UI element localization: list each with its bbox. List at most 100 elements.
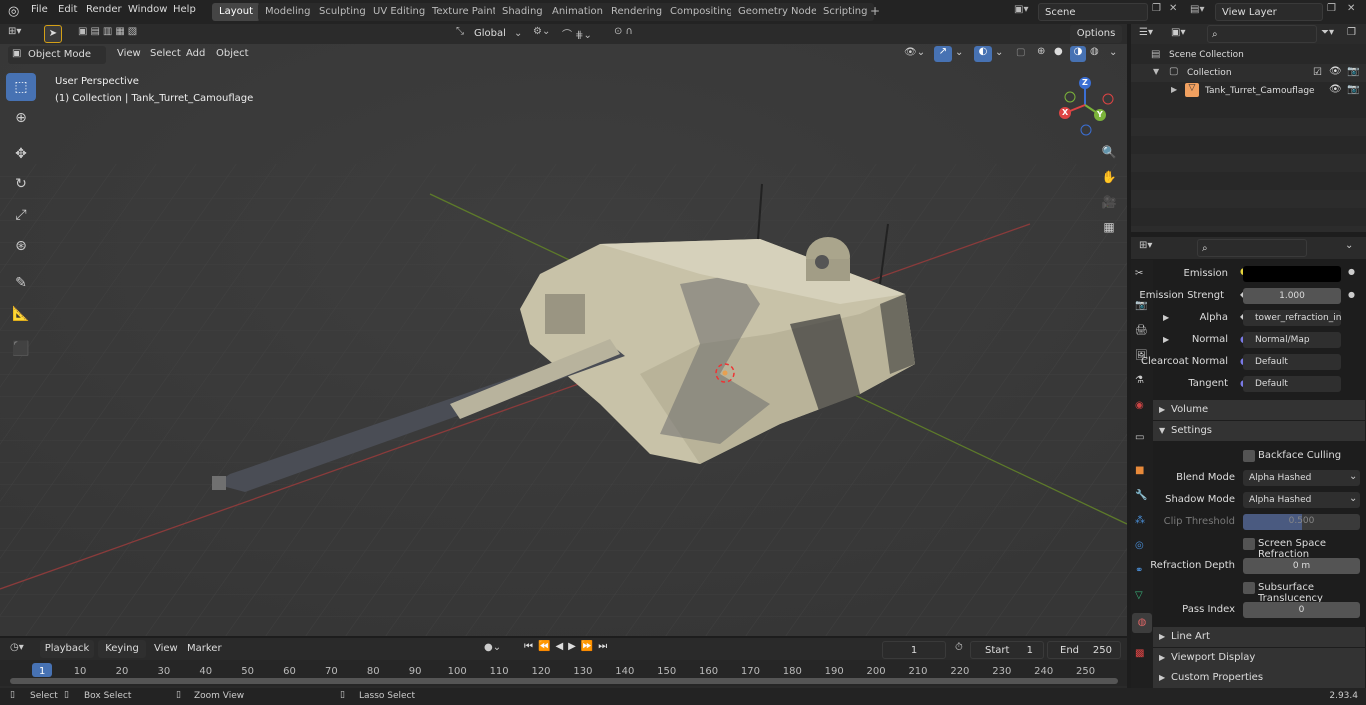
move-tool-icon[interactable]: ✥ <box>6 140 36 168</box>
properties-options-chevron-icon[interactable]: ⌄ <box>1345 240 1353 251</box>
expand-chevron-icon[interactable]: ▶ <box>1163 335 1169 344</box>
proportional-edit-icon[interactable]: ⊙ ∩ <box>614 26 633 37</box>
new-scene-icon[interactable]: ❐ <box>1152 3 1161 14</box>
tab-modeling[interactable]: Modeling <box>258 3 318 21</box>
tab-compositing[interactable]: Compositing <box>663 3 740 21</box>
outliner-row-collection[interactable]: ▼ ▢ Collection ☑ 👁 📷 <box>1131 64 1366 82</box>
tab-sculpting[interactable]: Sculpting <box>312 3 373 21</box>
object-tab-icon[interactable]: ■ <box>1135 465 1144 476</box>
zoom-icon[interactable]: 🔍 <box>1098 141 1120 163</box>
tab-rendering[interactable]: Rendering <box>604 3 670 21</box>
tab-geometry-nodes[interactable]: Geometry Nodes <box>731 3 830 21</box>
menu-add[interactable]: Add <box>186 48 205 59</box>
physics-tab-icon[interactable]: ◎ <box>1135 540 1144 551</box>
rendered-shading-icon[interactable]: ◍ <box>1090 46 1099 57</box>
playback-menu[interactable]: Playback <box>40 640 94 658</box>
measure-tool-icon[interactable]: 📐 <box>6 300 36 328</box>
scene-icon[interactable]: ▣▾ <box>1014 4 1028 15</box>
menu-window[interactable]: Window <box>128 4 167 15</box>
constraints-tab-icon[interactable]: ⚭ <box>1135 565 1143 576</box>
record-icon[interactable]: ●⌄ <box>484 642 501 653</box>
menu-edit[interactable]: Edit <box>58 4 77 15</box>
menu-view[interactable]: View <box>117 48 141 59</box>
emission-strength-field[interactable]: 1.000 <box>1243 288 1341 304</box>
render-tab-icon[interactable]: 📷 <box>1135 300 1147 311</box>
view-layer-icon[interactable]: ▤▾ <box>1190 4 1204 15</box>
clip-threshold-slider[interactable]: 0.500 <box>1243 514 1360 530</box>
tangent-field[interactable]: Default <box>1243 376 1341 392</box>
delete-scene-icon[interactable]: ✕ <box>1169 3 1177 14</box>
new-view-layer-icon[interactable]: ❐ <box>1327 3 1336 14</box>
selection-modes-icon[interactable]: ▣▤▥▦▧ <box>78 26 140 37</box>
keying-menu[interactable]: Keying <box>98 640 146 658</box>
camera-render-icon[interactable]: 📷 <box>1347 66 1359 77</box>
start-frame-field[interactable]: Start 1 <box>970 641 1044 659</box>
tab-texture-paint[interactable]: Texture Paint <box>425 3 504 21</box>
backface-culling-checkbox[interactable] <box>1243 450 1255 462</box>
mode-select[interactable]: Object Mode <box>8 46 106 64</box>
tab-layout[interactable]: Layout <box>212 3 260 21</box>
stopwatch-icon[interactable]: ⏱ <box>955 642 963 653</box>
transform-tool-icon[interactable]: ⊛ <box>6 232 36 260</box>
scene-field[interactable]: Scene <box>1038 3 1148 21</box>
current-frame-field[interactable]: 1 <box>882 641 946 659</box>
marker-menu[interactable]: Marker <box>187 643 222 654</box>
shading-chevron-icon[interactable]: ⌄ <box>1109 47 1117 58</box>
volume-panel-header[interactable]: ▶ Volume <box>1153 400 1365 420</box>
options-button[interactable]: Options <box>1070 25 1122 43</box>
view-layer-field[interactable]: View Layer <box>1215 3 1323 21</box>
cursor-tool-icon[interactable]: ⊕ <box>6 104 36 132</box>
ssr-checkbox[interactable] <box>1243 538 1255 550</box>
menu-render[interactable]: Render <box>86 4 122 15</box>
scene-tab-icon[interactable]: ⚗ <box>1135 375 1144 386</box>
perspective-grid-icon[interactable]: ▦ <box>1098 216 1120 238</box>
expand-chevron-icon[interactable]: ▶ <box>1171 85 1177 94</box>
tab-shading[interactable]: Shading <box>495 3 550 21</box>
expand-chevron-icon[interactable]: ▶ <box>1163 313 1169 322</box>
pass-index-field[interactable]: 0 <box>1243 602 1360 618</box>
orientation-select[interactable]: Global <box>474 28 506 39</box>
expand-chevron-icon[interactable]: ▼ <box>1153 67 1159 76</box>
select-box-tool-icon[interactable]: ⬚ <box>6 73 36 101</box>
menu-object[interactable]: Object <box>216 48 249 59</box>
tab-uv-editing[interactable]: UV Editing <box>366 3 433 21</box>
emission-color-field[interactable] <box>1243 266 1341 282</box>
tool-tab-icon[interactable]: ✂ <box>1135 268 1143 279</box>
new-collection-icon[interactable]: ❐ <box>1347 27 1356 38</box>
timeline-scrollbar[interactable] <box>10 678 1118 684</box>
annotate-tool-icon[interactable]: ✎ <box>6 269 36 297</box>
blender-logo-icon[interactable]: ◎ <box>8 4 19 19</box>
particles-tab-icon[interactable]: ⁂ <box>1135 515 1145 526</box>
line-art-panel-header[interactable]: ▶ Line Art <box>1153 627 1365 647</box>
texture-tab-icon[interactable]: ▩ <box>1135 648 1144 659</box>
normal-input-field[interactable]: Normal/Map <box>1243 332 1341 348</box>
snap-icon[interactable]: ⌒ ⋕⌄ <box>562 26 592 41</box>
filter-icon[interactable]: ⏷▾ <box>1321 27 1334 38</box>
select-tool-icon[interactable]: ➤ <box>44 25 62 43</box>
collection-tab-icon[interactable]: ▭ <box>1135 432 1144 443</box>
end-frame-field[interactable]: End 250 <box>1047 641 1121 659</box>
output-tab-icon[interactable]: 🖨 <box>1135 325 1148 336</box>
visibility-icon[interactable]: 👁⌄ <box>904 47 925 58</box>
add-workspace-icon[interactable]: + <box>870 4 880 18</box>
rotate-tool-icon[interactable]: ↻ <box>6 170 36 198</box>
refraction-depth-field[interactable]: 0 m <box>1243 558 1360 574</box>
settings-panel-header[interactable]: ▼ Settings <box>1153 421 1365 441</box>
delete-view-layer-icon[interactable]: ✕ <box>1347 3 1355 14</box>
playback-controls-icon[interactable]: ⏮⏪◀▶⏩⏭ <box>524 641 612 652</box>
alpha-input-field[interactable]: tower_refraction_inv... <box>1243 310 1341 326</box>
scale-tool-icon[interactable]: ⤢ <box>6 201 36 229</box>
overlays-chevron-icon[interactable]: ⌄ <box>995 47 1003 58</box>
menu-file[interactable]: File <box>31 4 48 15</box>
add-cube-tool-icon[interactable]: ⬛ <box>6 335 36 363</box>
3d-viewport[interactable] <box>0 44 1127 636</box>
gizmo-chevron-icon[interactable]: ⌄ <box>955 47 963 58</box>
timeline-view-menu[interactable]: View <box>154 643 178 654</box>
properties-editor-icon[interactable]: ⊞▾ <box>1139 240 1152 251</box>
xray-icon[interactable]: ▢ <box>1016 47 1025 58</box>
gizmo-toggle-icon[interactable]: ↗ <box>934 46 952 62</box>
outliner-editor-icon[interactable]: ☰▾ <box>1139 27 1153 38</box>
camera-render-icon[interactable]: 📷 <box>1347 84 1359 95</box>
data-tab-icon[interactable]: ▽ <box>1135 590 1143 601</box>
display-mode-icon[interactable]: ▣▾ <box>1171 27 1185 38</box>
